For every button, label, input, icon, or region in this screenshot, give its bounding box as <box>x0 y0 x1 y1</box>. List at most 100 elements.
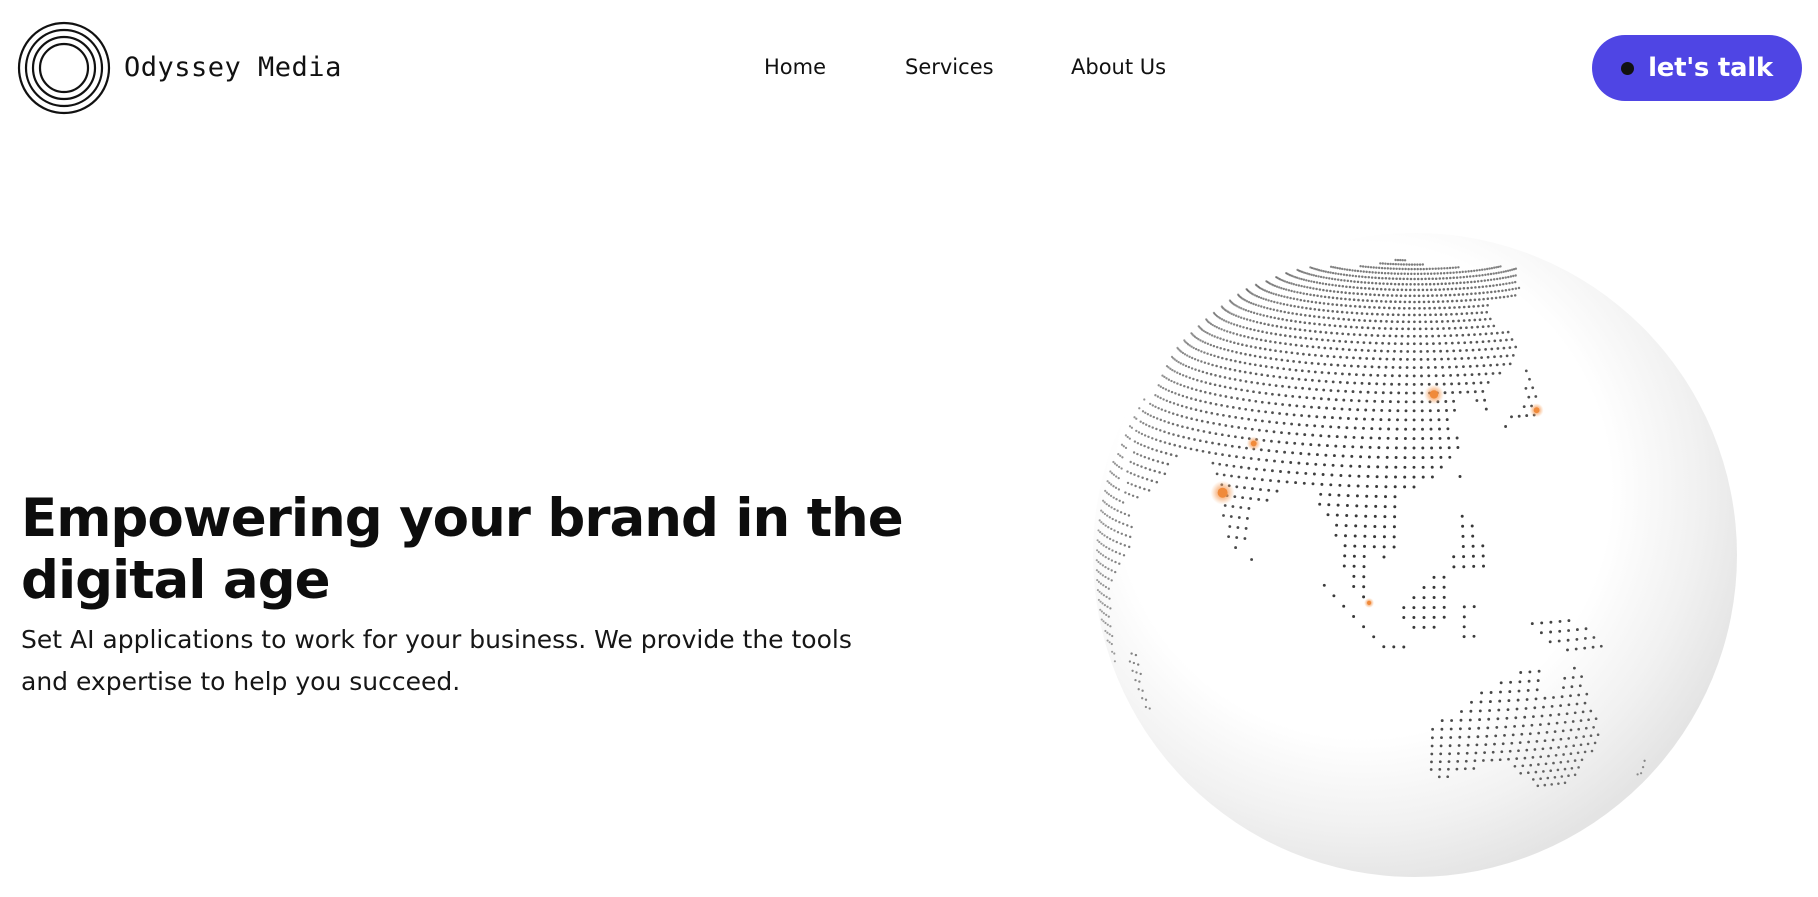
globe-dot <box>1462 275 1466 279</box>
globe-dot <box>1403 475 1407 479</box>
globe-dot <box>1394 446 1398 450</box>
globe-dot <box>1352 435 1356 439</box>
globe-dot <box>1528 670 1532 674</box>
globe-dot <box>1151 437 1154 440</box>
globe-dot <box>1315 337 1319 341</box>
globe-dot <box>1267 449 1271 453</box>
globe-dot <box>1349 398 1353 402</box>
globe-dot <box>1528 732 1532 736</box>
globe-dot <box>1224 424 1228 427</box>
globe-dot <box>1219 365 1223 369</box>
globe-dot <box>1151 404 1154 407</box>
globe-dot <box>1382 282 1385 285</box>
globe-dot <box>1412 465 1416 469</box>
globe-dot <box>1115 464 1119 467</box>
globe-dot <box>1304 336 1308 340</box>
globe-dot <box>1117 488 1121 491</box>
globe-dot <box>1325 289 1329 292</box>
globe-dot <box>1285 480 1289 484</box>
logo-link[interactable] <box>17 21 111 115</box>
globe-dot <box>1139 454 1143 457</box>
globe-dot <box>1167 389 1170 392</box>
globe-dot <box>1275 489 1279 493</box>
globe-dot <box>1347 484 1351 488</box>
globe-dot <box>1575 702 1579 706</box>
globe-dot <box>1168 442 1171 446</box>
globe-dot <box>1146 413 1150 416</box>
globe-dot <box>1513 294 1517 297</box>
globe-dot <box>1507 757 1510 761</box>
globe-dot <box>1527 395 1531 399</box>
globe-dot <box>1097 550 1100 554</box>
globe-dot <box>1386 349 1390 353</box>
globe-dot <box>1462 615 1466 619</box>
globe-dot <box>1515 757 1519 760</box>
globe-dot <box>1209 401 1213 405</box>
globe-dot <box>1098 590 1101 593</box>
globe-dot <box>1149 402 1152 406</box>
globe-dot <box>1150 479 1154 482</box>
globe-dot <box>1393 515 1397 519</box>
globe-dot <box>1186 386 1190 389</box>
globe-dot <box>1243 361 1247 365</box>
globe-dot <box>1423 272 1426 276</box>
globe-dot <box>1348 407 1352 411</box>
globe-dot <box>1290 282 1293 285</box>
globe-dot <box>1329 425 1333 429</box>
globe-dot <box>1406 334 1410 338</box>
globe-dot <box>1133 440 1137 443</box>
globe-dot <box>1508 362 1512 366</box>
globe-dot <box>1110 527 1113 531</box>
globe-dot <box>1362 341 1366 344</box>
globe-dot <box>1537 731 1541 735</box>
globe-dot <box>1131 494 1135 498</box>
globe-dot <box>1536 784 1540 788</box>
globe-dot <box>1425 288 1429 292</box>
nav-about-us[interactable]: About Us <box>1071 55 1166 79</box>
globe-dot <box>1227 535 1231 539</box>
globe-dot <box>1260 373 1264 377</box>
globe-dot <box>1176 424 1179 427</box>
globe-dot <box>1394 258 1397 262</box>
globe-dot <box>1429 313 1432 317</box>
globe-dot <box>1446 287 1450 291</box>
globe-dot <box>1344 304 1348 307</box>
globe-dot <box>1570 767 1574 770</box>
globe-dot <box>1293 305 1296 308</box>
globe-dot <box>1330 473 1334 477</box>
nav-home[interactable]: Home <box>764 55 826 79</box>
globe-dot <box>1375 266 1378 269</box>
globe-dot <box>1323 415 1327 419</box>
globe-dot <box>1247 309 1250 313</box>
nav-services[interactable]: Services <box>905 55 994 79</box>
globe-dot <box>1253 328 1256 332</box>
globe-dot <box>1364 293 1368 296</box>
globe-dot <box>1438 436 1442 440</box>
globe-dot <box>1218 384 1222 388</box>
globe-dot <box>1124 534 1128 537</box>
globe-dot <box>1374 341 1378 345</box>
globe-dot <box>1578 684 1582 688</box>
globe-dot <box>1444 282 1447 285</box>
globe-dot <box>1406 342 1410 346</box>
globe-dot <box>1514 267 1518 270</box>
globe-dot <box>1453 306 1456 309</box>
globe-dot <box>1419 366 1423 369</box>
globe-dot <box>1236 526 1240 529</box>
globe-dot <box>1339 297 1343 300</box>
globe-dot <box>1439 313 1443 316</box>
globe-dot <box>1331 380 1335 384</box>
globe-dot <box>1136 442 1140 445</box>
globe-dot <box>1209 382 1212 385</box>
globe-dot <box>1470 280 1473 284</box>
globe-dot <box>1255 295 1259 298</box>
globe-dot <box>1474 286 1477 289</box>
lets-talk-button[interactable]: let's talk <box>1592 35 1802 101</box>
globe-dot <box>1440 267 1443 270</box>
globe-dot <box>1458 270 1462 274</box>
globe-dot <box>1143 444 1146 448</box>
globe-dot <box>1537 763 1540 766</box>
globe-dot <box>1225 357 1228 361</box>
globe-dot <box>1403 272 1406 276</box>
globe-dot <box>1540 714 1544 718</box>
